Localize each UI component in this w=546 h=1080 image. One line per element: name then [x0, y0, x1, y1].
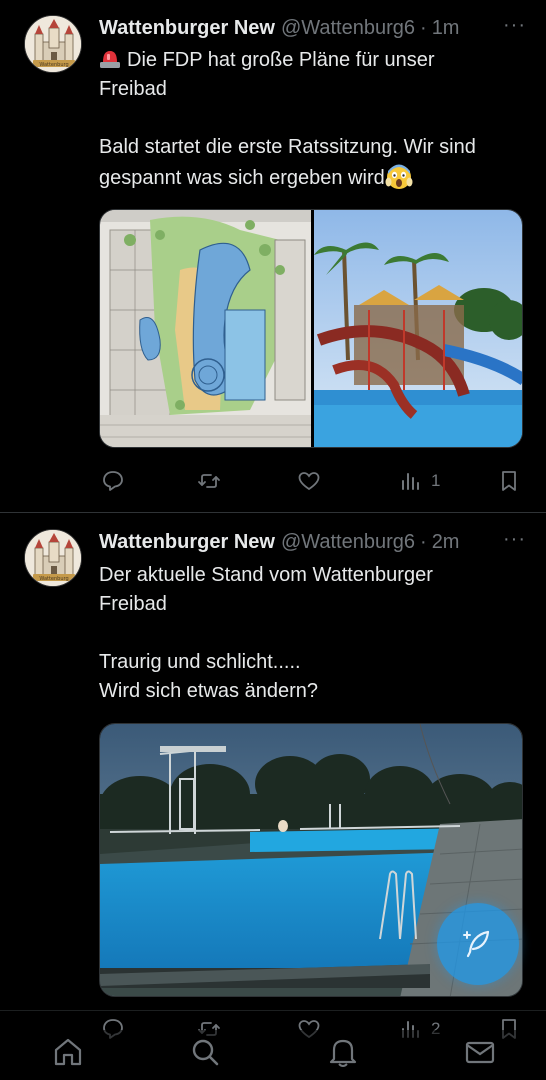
tweet-actions: 1: [99, 466, 525, 496]
tweet-line: gespannt was sich ergeben wird: [99, 167, 385, 189]
tweet-line: Traurig und schlicht.....: [99, 651, 301, 673]
reply-button[interactable]: [101, 466, 133, 496]
site-plan-image[interactable]: [100, 210, 311, 448]
reply-icon: [103, 471, 123, 491]
water-park-image[interactable]: [314, 210, 523, 448]
tweet-text: Die FDP hat große Pläne für unser Freiba…: [99, 46, 528, 193]
home-icon: [54, 1038, 82, 1066]
retweet-button[interactable]: [197, 466, 229, 496]
messages-icon: [465, 1041, 495, 1064]
more-options-icon[interactable]: ···: [503, 14, 526, 37]
rotating-light-emoji-icon: [100, 51, 120, 68]
separator-dot: ·: [420, 16, 427, 39]
views-button[interactable]: 1: [399, 466, 440, 496]
castle-logo-icon: [25, 530, 82, 587]
views-count: 1: [431, 471, 441, 490]
notifications-icon: [329, 1039, 357, 1067]
compose-button[interactable]: [437, 903, 519, 985]
tweet[interactable]: Wattenburger New @Wattenburg6 · 1m ··· D…: [0, 0, 546, 512]
author-handle[interactable]: @Wattenburg6: [281, 531, 415, 554]
face-screaming-emoji-icon: [385, 164, 413, 189]
tweet[interactable]: Wattenburger New @Wattenburg6 · 2m ··· D…: [0, 514, 546, 1080]
tweet-line: Freibad: [99, 593, 167, 615]
search-icon: [192, 1039, 219, 1066]
author-name[interactable]: Wattenburger New: [99, 531, 275, 554]
tweet-line: [99, 619, 528, 648]
tweet-line: Die FDP hat große Pläne für unser: [127, 49, 435, 71]
tweet-text: Der aktuelle Stand vom Wattenburger Frei…: [99, 561, 528, 706]
tweet-line: Freibad: [99, 78, 167, 100]
bottom-navigation: [0, 1030, 546, 1080]
timestamp[interactable]: 2m: [432, 531, 460, 554]
castle-logo-icon: [25, 16, 82, 73]
retweet-icon: [198, 474, 220, 488]
nav-divider: [0, 1010, 546, 1011]
timestamp[interactable]: 1m: [432, 17, 460, 40]
tweet-line: [99, 104, 528, 133]
nav-notifications-button[interactable]: [323, 1032, 363, 1072]
views-chart-icon: [402, 473, 419, 490]
bookmark-icon: [502, 471, 516, 491]
more-options-icon[interactable]: ···: [503, 528, 526, 551]
author-handle[interactable]: @Wattenburg6: [281, 17, 415, 40]
tweet-line: Wird sich etwas ändern?: [99, 680, 318, 702]
tweet-header: Wattenburger New @Wattenburg6 · 2m ···: [99, 528, 526, 556]
heart-icon: [298, 472, 320, 491]
nav-messages-button[interactable]: [460, 1032, 500, 1072]
nav-search-button[interactable]: [185, 1032, 225, 1072]
like-button[interactable]: [297, 466, 329, 496]
compose-feather-icon: [463, 930, 490, 958]
avatar[interactable]: [24, 15, 82, 73]
nav-home-button[interactable]: [48, 1032, 88, 1072]
separator-dot: ·: [420, 530, 427, 553]
tweet-media[interactable]: [99, 209, 523, 448]
tweet-line: Bald startet die erste Ratssitzung. Wir …: [99, 136, 476, 158]
tweet-line: Der aktuelle Stand vom Wattenburger: [99, 564, 433, 586]
bookmark-button[interactable]: [497, 466, 521, 496]
tweet-divider: [0, 512, 546, 513]
tweet-header: Wattenburger New @Wattenburg6 · 1m ···: [99, 14, 526, 42]
avatar[interactable]: [24, 529, 82, 587]
author-name[interactable]: Wattenburger New: [99, 17, 275, 40]
